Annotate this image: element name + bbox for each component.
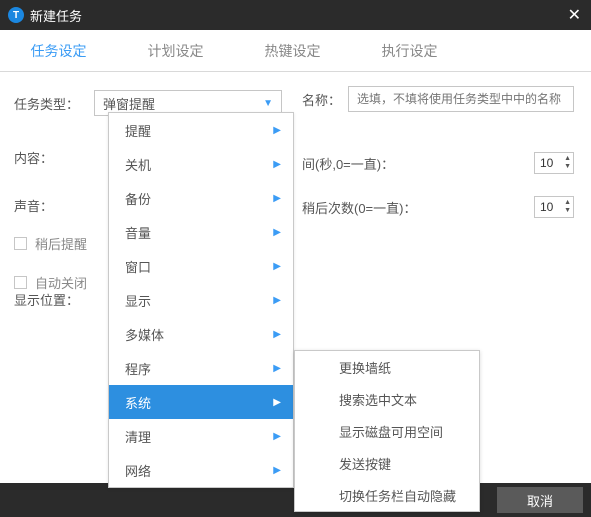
chevron-right-icon: ▶ bbox=[273, 193, 281, 204]
menu-item-remind[interactable]: 提醒 ▶ bbox=[109, 113, 293, 147]
remind-later-label: 稍后提醒 bbox=[35, 234, 87, 253]
system-submenu: 更换墙纸 搜索选中文本 显示磁盘可用空间 发送按键 切换任务栏自动隐藏 bbox=[294, 350, 480, 512]
remind-later-checkbox[interactable] bbox=[14, 237, 27, 250]
remind-count-stepper[interactable]: 10 ▲ ▼ bbox=[534, 196, 574, 218]
chevron-down-icon[interactable]: ▼ bbox=[564, 207, 571, 215]
task-type-value: 弹窗提醒 bbox=[103, 94, 155, 113]
interval-label: 间(秒,0=一直)： bbox=[302, 154, 530, 173]
chevron-down-icon[interactable]: ▼ bbox=[564, 163, 571, 171]
chevron-up-icon[interactable]: ▲ bbox=[564, 199, 571, 207]
chevron-down-icon: ▼ bbox=[263, 98, 273, 109]
titlebar: T 新建任务 ✕ bbox=[0, 0, 591, 30]
chevron-right-icon: ▶ bbox=[273, 397, 281, 408]
menu-item-system[interactable]: 系统 ▶ bbox=[109, 385, 293, 419]
menu-item-program[interactable]: 程序 ▶ bbox=[109, 351, 293, 385]
menu-item-cleanup[interactable]: 清理 ▶ bbox=[109, 419, 293, 453]
content-area: 任务类型： 弹窗提醒 ▼ 内容： 声音： 稍后提醒 自动关闭 名称： 间(秒,0… bbox=[0, 72, 591, 292]
remind-count-value: 10 bbox=[540, 200, 553, 214]
submenu-item-wallpaper[interactable]: 更换墙纸 bbox=[295, 351, 479, 383]
position-label: 显示位置： bbox=[14, 290, 79, 309]
submenu-item-send-keys[interactable]: 发送按键 bbox=[295, 447, 479, 479]
menu-item-label: 显示 bbox=[125, 291, 151, 310]
menu-item-label: 音量 bbox=[125, 223, 151, 242]
tab-hotkey-settings[interactable]: 热键设定 bbox=[234, 30, 351, 71]
chevron-right-icon: ▶ bbox=[273, 159, 281, 170]
content-label: 内容： bbox=[14, 148, 94, 167]
menu-item-multimedia[interactable]: 多媒体 ▶ bbox=[109, 317, 293, 351]
tab-execute-settings[interactable]: 执行设定 bbox=[351, 30, 468, 71]
remind-later-row: 稍后提醒 bbox=[14, 234, 577, 253]
auto-close-row: 自动关闭 bbox=[14, 273, 577, 292]
tab-plan-settings[interactable]: 计划设定 bbox=[117, 30, 234, 71]
chevron-right-icon: ▶ bbox=[273, 431, 281, 442]
chevron-right-icon: ▶ bbox=[273, 295, 281, 306]
chevron-right-icon: ▶ bbox=[273, 329, 281, 340]
chevron-right-icon: ▶ bbox=[273, 125, 281, 136]
chevron-right-icon: ▶ bbox=[273, 363, 281, 374]
menu-item-volume[interactable]: 音量 ▶ bbox=[109, 215, 293, 249]
menu-item-label: 网络 bbox=[125, 461, 151, 480]
submenu-item-search-text[interactable]: 搜索选中文本 bbox=[295, 383, 479, 415]
window-title: 新建任务 bbox=[30, 6, 82, 25]
menu-item-network[interactable]: 网络 ▶ bbox=[109, 453, 293, 487]
menu-item-label: 关机 bbox=[125, 155, 151, 174]
chevron-up-icon[interactable]: ▲ bbox=[564, 155, 571, 163]
task-type-label: 任务类型： bbox=[14, 94, 94, 113]
menu-item-shutdown[interactable]: 关机 ▶ bbox=[109, 147, 293, 181]
auto-close-checkbox[interactable] bbox=[14, 276, 27, 289]
menu-item-label: 窗口 bbox=[125, 257, 151, 276]
menu-item-display[interactable]: 显示 ▶ bbox=[109, 283, 293, 317]
interval-value: 10 bbox=[540, 156, 553, 170]
name-field[interactable] bbox=[348, 86, 574, 112]
menu-item-backup[interactable]: 备份 ▶ bbox=[109, 181, 293, 215]
tab-bar: 任务设定 计划设定 热键设定 执行设定 bbox=[0, 30, 591, 72]
app-logo-icon: T bbox=[8, 7, 24, 23]
menu-item-label: 清理 bbox=[125, 427, 151, 446]
menu-item-label: 多媒体 bbox=[125, 325, 164, 344]
name-label: 名称： bbox=[302, 90, 348, 109]
cancel-button[interactable]: 取消 bbox=[497, 487, 583, 513]
chevron-right-icon: ▶ bbox=[273, 261, 281, 272]
task-type-menu: 提醒 ▶ 关机 ▶ 备份 ▶ 音量 ▶ 窗口 ▶ 显示 ▶ 多媒体 ▶ 程序 ▶ 系统 ▶ 清理 ▶… bbox=[108, 112, 294, 488]
chevron-right-icon: ▶ bbox=[273, 227, 281, 238]
menu-item-label: 系统 bbox=[125, 393, 151, 412]
tab-task-settings[interactable]: 任务设定 bbox=[0, 30, 117, 71]
menu-item-label: 程序 bbox=[125, 359, 151, 378]
sound-label: 声音： bbox=[14, 196, 94, 215]
menu-item-window[interactable]: 窗口 ▶ bbox=[109, 249, 293, 283]
remind-count-label: 稍后次数(0=一直)： bbox=[302, 198, 530, 217]
chevron-right-icon: ▶ bbox=[273, 465, 281, 476]
submenu-item-disk-space[interactable]: 显示磁盘可用空间 bbox=[295, 415, 479, 447]
submenu-item-taskbar-autohide[interactable]: 切换任务栏自动隐藏 bbox=[295, 479, 479, 511]
menu-item-label: 备份 bbox=[125, 189, 151, 208]
menu-item-label: 提醒 bbox=[125, 121, 151, 140]
close-icon[interactable]: ✕ bbox=[568, 5, 581, 25]
interval-stepper[interactable]: 10 ▲ ▼ bbox=[534, 152, 574, 174]
